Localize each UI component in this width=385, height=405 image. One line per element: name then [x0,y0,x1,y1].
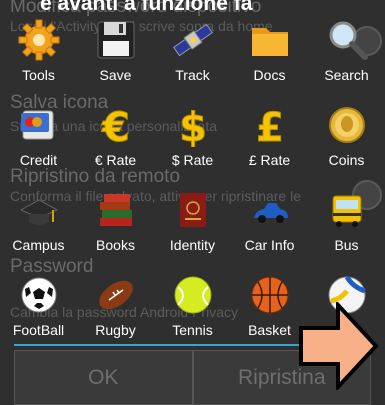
pound-icon: £ [255,105,284,148]
grid-item-books[interactable]: Books [80,184,152,269]
gear-icon [18,19,59,61]
grid-item-label: Credit [19,152,58,168]
grid-item-label: Books [96,237,135,253]
grid-item-label: € Rate [94,152,137,168]
grid-item-tennis[interactable]: Tennis [157,269,229,354]
grid-item-label: Rugby [95,322,136,338]
dialog-top-fragment: e avanti a funzione fa [40,0,253,12]
grid-item-label: Search [324,67,369,83]
grid-item-car-info[interactable]: Car Info [234,184,306,269]
car-icon [253,203,288,223]
grid-item-campus[interactable]: Campus [3,184,75,269]
svg-text:€: € [101,105,130,147]
grid-item-dollar-rate[interactable]: $ $ Rate [157,99,229,184]
grid-item-label: Car Info [244,237,295,253]
grid-item-label: Bus [334,237,359,253]
grid-item-bus[interactable]: Bus [311,184,383,269]
grid-item-label: Identity [169,237,216,253]
grid-item-tools[interactable]: Tools [3,14,75,99]
graduation-cap-icon [19,199,58,225]
grid-item-save[interactable]: Save [80,14,152,99]
bus-icon [332,195,361,227]
icon-grid-row: Campus Books Identity Car Info Bus [0,184,385,269]
grid-item-label: Track [175,67,210,83]
coin-icon [328,107,365,143]
grid-item-label: $ Rate [171,152,214,168]
grid-item-label: Tennis [172,322,213,338]
credit-card-icon [20,110,53,140]
basketball-icon [251,276,288,314]
dollar-icon: $ [178,105,207,148]
grid-item-euro-rate[interactable]: € € Rate [80,99,152,184]
books-icon [99,194,132,226]
grid-item-search[interactable]: Search [311,14,383,99]
grid-item-docs[interactable]: Docs [234,14,306,99]
grid-item-label: Docs [253,67,286,83]
ok-button[interactable]: OK [14,350,193,405]
grid-item-coins[interactable]: Coins [311,99,383,184]
grid-item-label: Coins [328,152,365,168]
grid-item-label: Tools [22,67,55,83]
icon-grid-row: Credit € € Rate $ $ Rate £ £ Rate Coins [0,99,385,184]
grid-item-label: £ Rate [248,152,291,168]
grid-item-label: Basket [248,322,291,338]
grid-item-identity[interactable]: Identity [157,184,229,269]
passport-icon [179,193,206,227]
grid-item-football[interactable]: FootBall [3,269,75,354]
soccer-ball-icon [21,277,56,313]
svg-text:$: $ [179,105,207,147]
grid-item-rugby[interactable]: Rugby [80,269,152,354]
grid-item-credit[interactable]: Credit [3,99,75,184]
floppy-icon [97,21,134,59]
screen: Modifica password dispositivo Locali l'A… [0,0,385,405]
satellite-icon [172,23,213,57]
grid-item-basket[interactable]: Basket [234,269,306,354]
icon-grid-row: Tools Save Track Docs Search [0,14,385,99]
folder-icon [251,28,288,56]
grid-item-label: Save [99,67,132,83]
tennis-ball-icon [174,276,211,314]
grid-item-track[interactable]: Track [157,14,229,99]
rugby-ball-icon [98,280,133,310]
right-arrow-icon [299,302,379,390]
grid-item-label: Campus [12,237,65,253]
svg-text:£: £ [256,105,284,147]
magnifier-icon [329,21,368,60]
euro-icon: € [100,105,130,148]
grid-item-pound-rate[interactable]: £ £ Rate [234,99,306,184]
grid-item-label: FootBall [12,322,65,338]
